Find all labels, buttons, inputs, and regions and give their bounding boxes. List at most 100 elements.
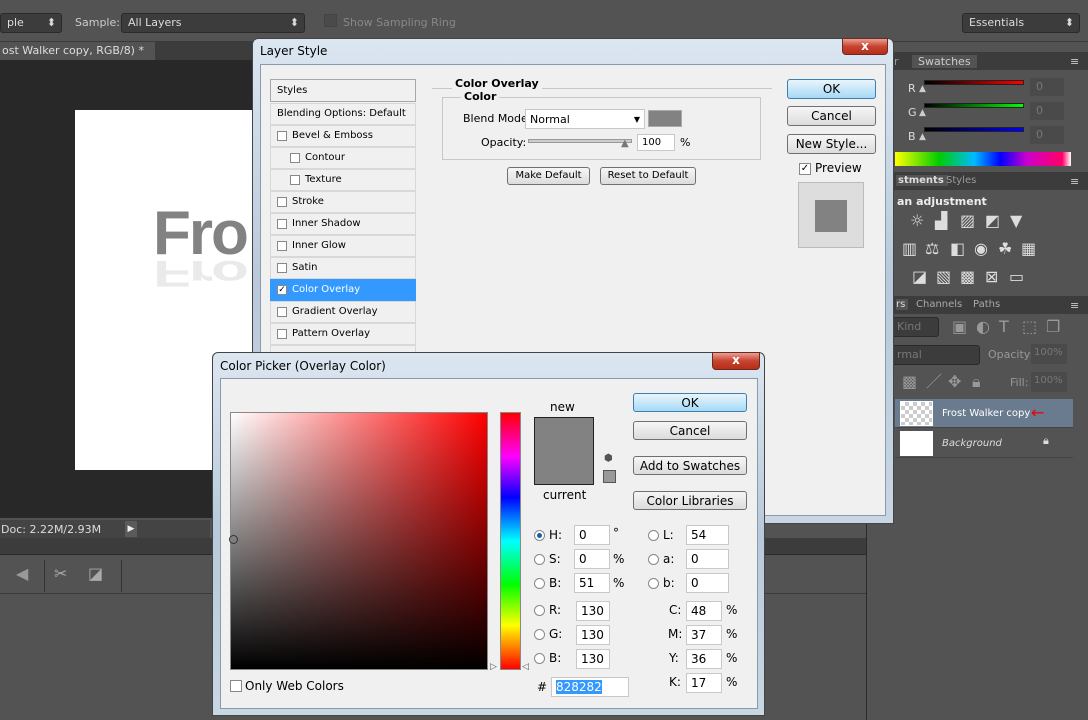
lock-all-icon[interactable]: 🔒︎: [972, 373, 981, 391]
slider-thumb-icon[interactable]: ▲: [919, 108, 926, 118]
style-item-bevel-emboss[interactable]: Bevel & Emboss: [270, 125, 416, 147]
panel-menu-icon[interactable]: ≡: [1070, 55, 1079, 68]
hue-slider[interactable]: [500, 412, 521, 670]
checkbox[interactable]: [290, 153, 300, 163]
brightness-icon[interactable]: ☼: [910, 212, 924, 230]
posterize-icon[interactable]: ▧: [936, 268, 951, 286]
status-menu-arrow[interactable]: ▶: [125, 521, 137, 537]
value-b[interactable]: 0: [1030, 126, 1064, 144]
filter-adjustment-icon[interactable]: ◐: [976, 318, 990, 336]
color-spectrum-ramp[interactable]: [895, 152, 1071, 166]
scissors-icon[interactable]: ✂: [54, 565, 67, 583]
tab-adjustments[interactable]: stments: [896, 175, 948, 186]
new-style-button[interactable]: New Style...: [787, 134, 876, 154]
radio-a[interactable]: [648, 554, 659, 565]
panel-menu-icon[interactable]: ≡: [1070, 299, 1079, 312]
reset-to-default-button[interactable]: Reset to Default: [600, 167, 696, 185]
checkbox[interactable]: [277, 307, 287, 317]
audio-icon[interactable]: ◀: [16, 565, 28, 583]
only-web-colors-checkbox[interactable]: [230, 680, 242, 692]
hue-slider-left-arrow-icon[interactable]: ▷: [490, 662, 497, 672]
radio-l[interactable]: [648, 530, 659, 541]
style-item-contour[interactable]: Contour: [270, 147, 416, 169]
slider-thumb-icon[interactable]: ▲: [919, 84, 926, 94]
add-to-swatches-button[interactable]: Add to Swatches: [633, 456, 747, 475]
filter-shape-icon[interactable]: ⬚: [1022, 318, 1037, 336]
fill-field[interactable]: 100%: [1031, 372, 1067, 392]
radio-r[interactable]: [534, 605, 545, 616]
slider-b[interactable]: [924, 127, 1024, 132]
lock-brush-icon[interactable]: ／: [926, 373, 942, 391]
photo-filter-icon[interactable]: ◉: [974, 240, 988, 258]
styles-header[interactable]: Styles: [270, 79, 416, 102]
selective-color-icon[interactable]: ⊠: [985, 268, 998, 286]
checkbox-checked[interactable]: ✓: [277, 285, 287, 295]
make-default-button[interactable]: Make Default: [507, 167, 590, 185]
style-item-inner-shadow[interactable]: Inner Shadow: [270, 213, 416, 235]
sampling-ring-checkbox[interactable]: [324, 14, 337, 27]
radio-h[interactable]: [534, 530, 545, 541]
current-color-swatch[interactable]: [534, 451, 594, 485]
layer-style-close-button[interactable]: x: [842, 38, 888, 55]
gradient-map-icon[interactable]: ▭: [1009, 268, 1024, 286]
document-tab[interactable]: ost Walker copy, RGB/8) * ×: [0, 42, 155, 75]
tab-layers[interactable]: rs: [896, 299, 909, 310]
mode-select[interactable]: ple ⬍: [0, 13, 62, 33]
checkbox[interactable]: [277, 219, 287, 229]
tab-channels[interactable]: Channels: [916, 299, 962, 310]
filter-type-icon[interactable]: T: [999, 318, 1009, 336]
hex-input[interactable]: 828282: [551, 677, 629, 697]
levels-icon[interactable]: ▟: [935, 212, 947, 230]
tab-styles[interactable]: Styles: [946, 175, 976, 186]
color-lookup-icon[interactable]: ▦: [1021, 240, 1036, 258]
y-input[interactable]: 36: [686, 649, 722, 669]
cancel-button[interactable]: Cancel: [633, 421, 747, 440]
vibrance-icon[interactable]: ▼: [1010, 212, 1022, 230]
style-item-stroke[interactable]: Stroke: [270, 191, 416, 213]
radio-brightness[interactable]: [534, 578, 545, 589]
curves-icon[interactable]: ▨: [960, 212, 975, 230]
m-input[interactable]: 37: [686, 625, 722, 645]
c-input[interactable]: 48: [686, 601, 722, 621]
tab-swatches[interactable]: Swatches: [912, 55, 977, 68]
preview-checkbox[interactable]: ✓: [799, 163, 811, 175]
checkbox[interactable]: [290, 175, 300, 185]
transition-icon[interactable]: ◪: [88, 565, 103, 583]
a-input[interactable]: 0: [686, 549, 729, 569]
s-input[interactable]: 0: [574, 549, 610, 569]
filter-smart-object-icon[interactable]: ❐: [1046, 318, 1060, 336]
h-input[interactable]: 0: [574, 525, 610, 545]
workspace-select[interactable]: Essentials ⬍: [962, 13, 1080, 33]
color-libraries-button[interactable]: Color Libraries: [633, 491, 747, 510]
panel-menu-icon[interactable]: ≡: [1070, 175, 1079, 188]
layer-row-frost-walker[interactable]: Frost Walker copy ←: [895, 399, 1073, 428]
value-r[interactable]: 0: [1030, 78, 1064, 96]
color-balance-icon[interactable]: ⚖: [925, 240, 939, 258]
g-input[interactable]: 130: [576, 625, 610, 645]
color-picker-close-button[interactable]: x: [712, 352, 760, 370]
black-white-icon[interactable]: ◧: [950, 240, 965, 258]
style-item-texture[interactable]: Texture: [270, 169, 416, 191]
color-field[interactable]: [230, 412, 488, 670]
filter-pixel-icon[interactable]: ▣: [952, 318, 967, 336]
tab-paths[interactable]: Paths: [973, 299, 1000, 310]
hue-saturation-icon[interactable]: ▥: [902, 240, 917, 258]
r-input[interactable]: 130: [576, 601, 610, 621]
radio-g[interactable]: [534, 629, 545, 640]
slider-g[interactable]: [924, 103, 1024, 108]
style-item-inner-glow[interactable]: Inner Glow: [270, 235, 416, 257]
layer-row-background[interactable]: Background 🔒︎: [895, 429, 1073, 458]
color-field-cursor[interactable]: [229, 535, 238, 544]
blend-mode-select[interactable]: rmal: [890, 345, 980, 365]
style-item-satin[interactable]: Satin: [270, 257, 416, 279]
opacity-input[interactable]: 100: [637, 134, 675, 151]
lab-b-input[interactable]: 0: [686, 573, 729, 593]
blend-mode-dropdown[interactable]: Normal ▼: [525, 109, 645, 129]
checkbox[interactable]: [277, 263, 287, 273]
slider-thumb-icon[interactable]: ▲: [919, 132, 926, 142]
out-of-gamut-cube-icon[interactable]: ⬢: [604, 453, 613, 464]
threshold-icon[interactable]: ▩: [960, 268, 975, 286]
sample-select[interactable]: All Layers ⬍: [121, 13, 305, 33]
style-item-blending-options[interactable]: Blending Options: Default: [270, 103, 416, 125]
b-input[interactable]: 130: [576, 649, 610, 669]
